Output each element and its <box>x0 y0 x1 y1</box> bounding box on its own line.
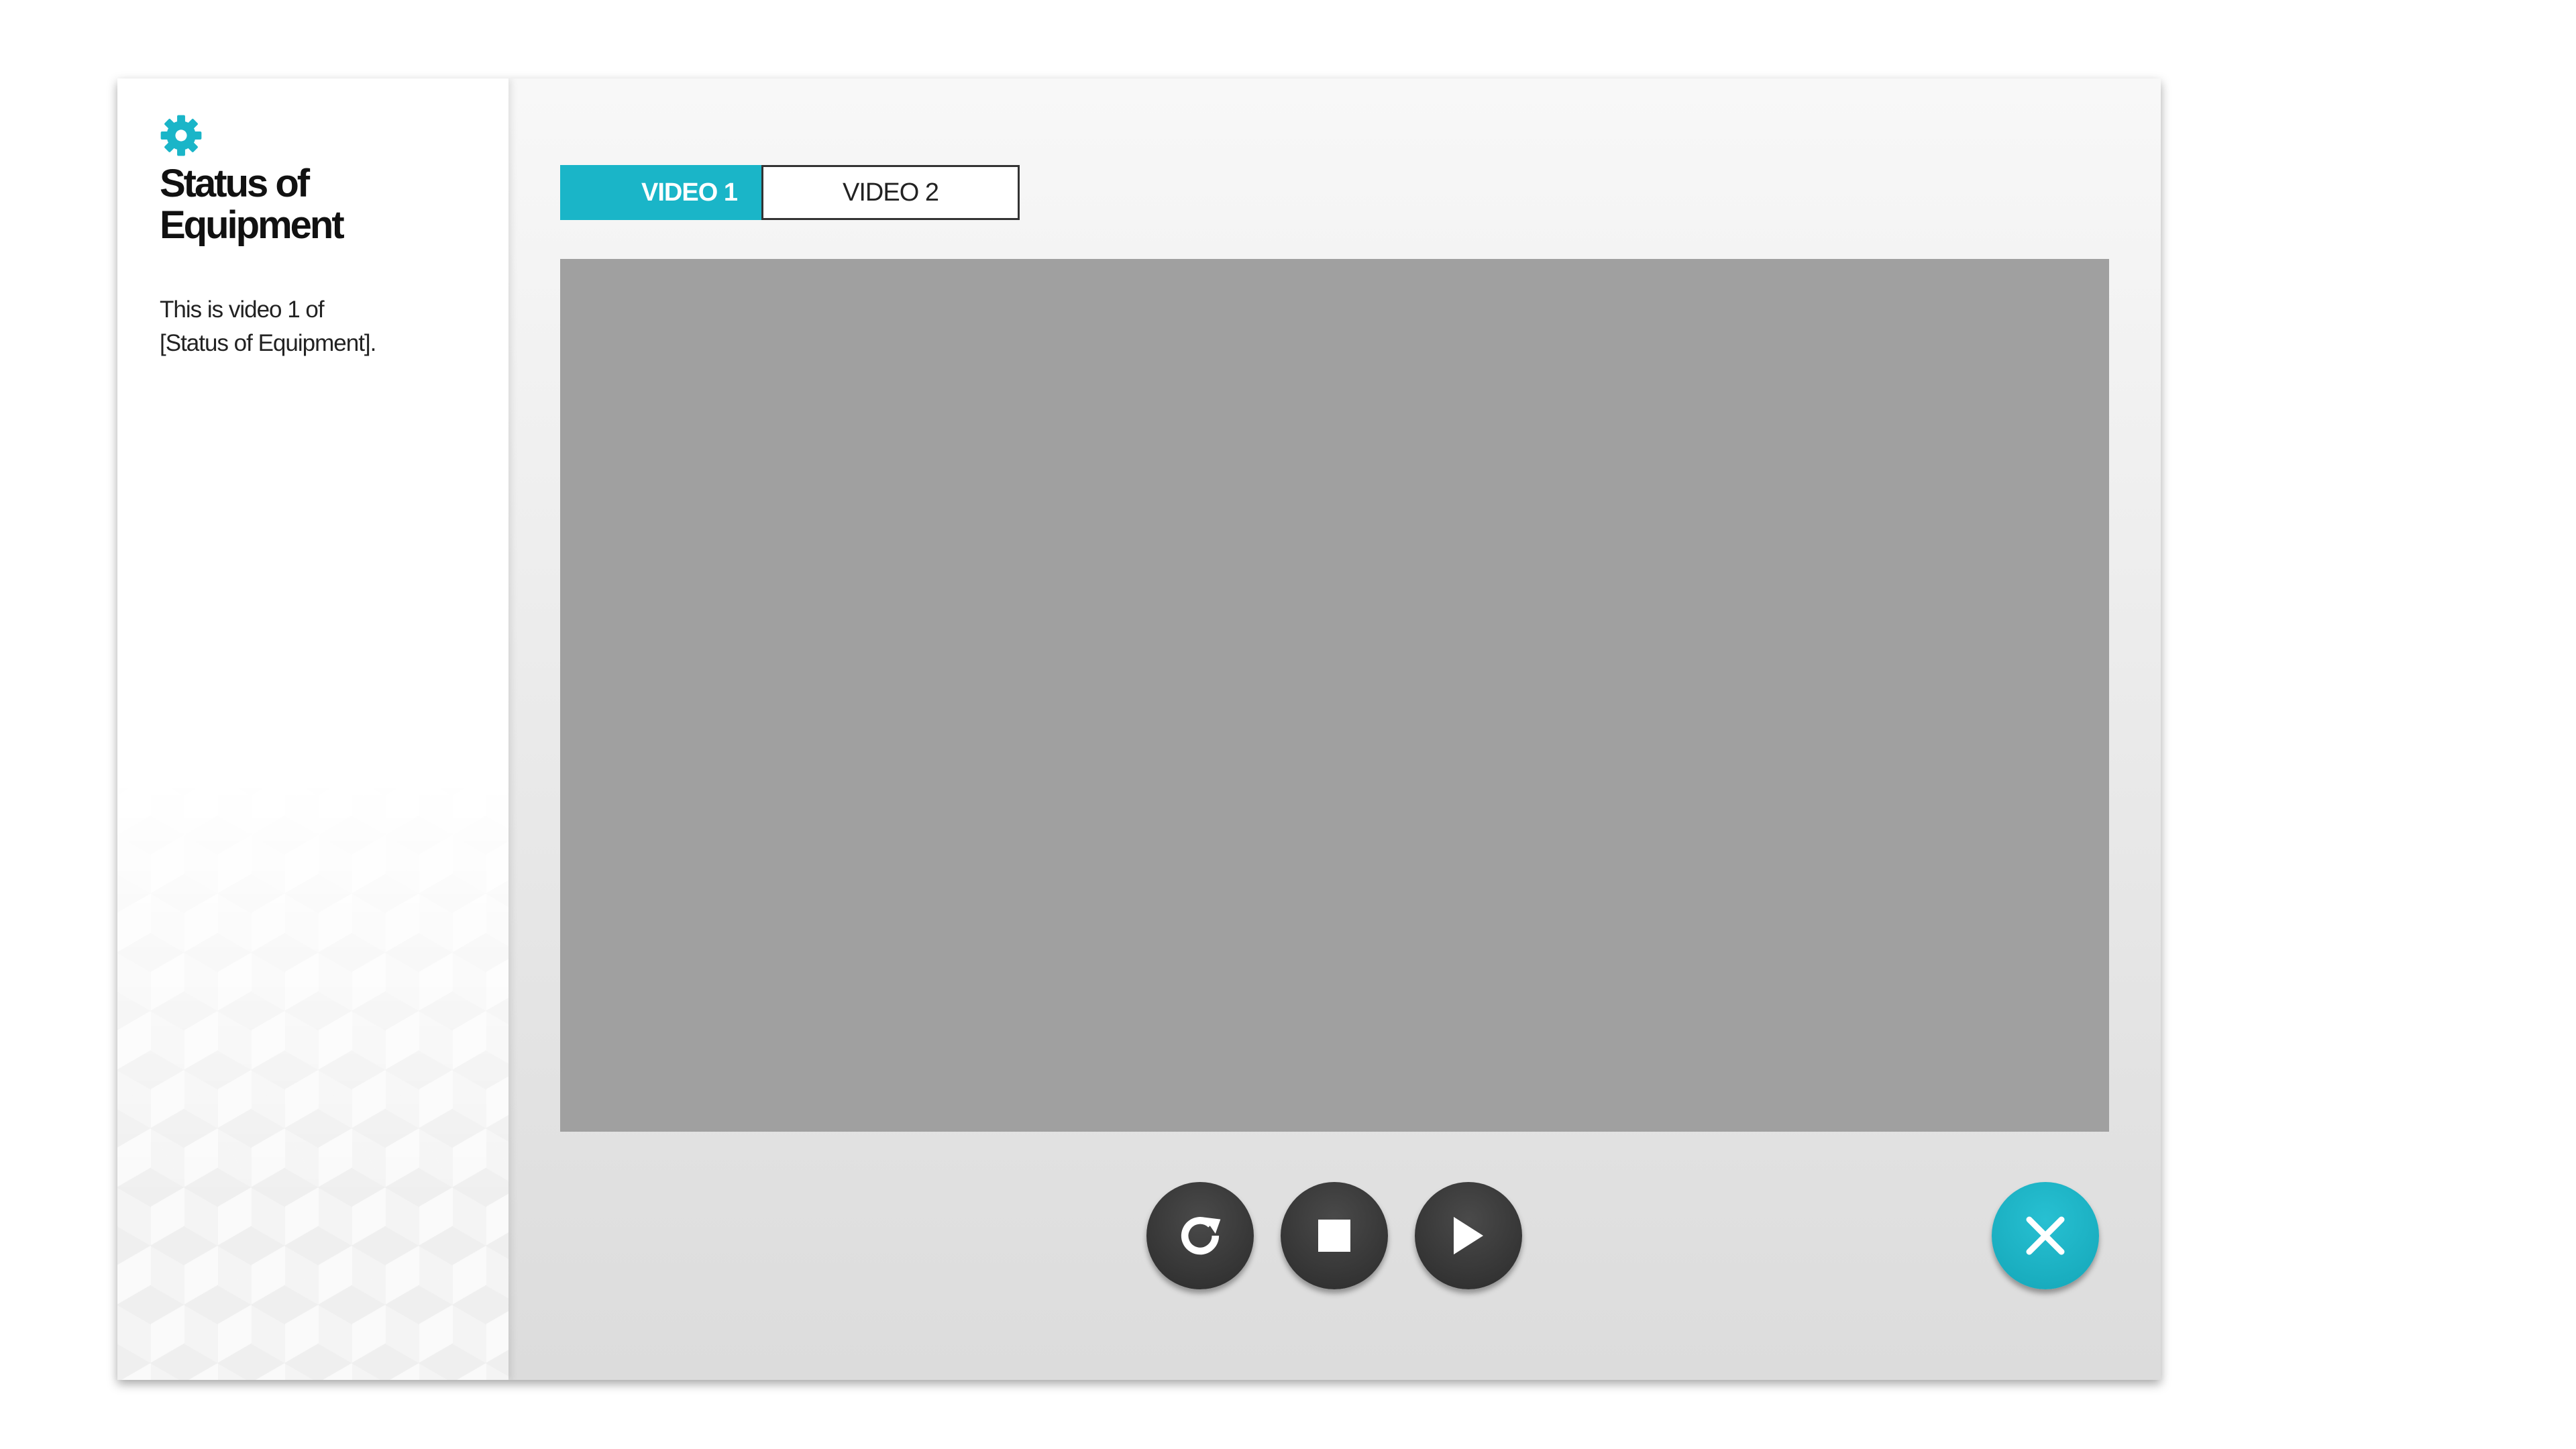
video-description: This is video 1 of [Status of Equipment]… <box>160 293 482 360</box>
tab-video-2[interactable]: VIDEO 2 <box>761 165 1020 220</box>
sidebar: Status of Equipment This is video 1 of [… <box>117 78 508 1380</box>
close-button[interactable] <box>1992 1182 2099 1289</box>
replay-icon <box>1181 1217 1221 1255</box>
replay-button[interactable] <box>1146 1182 1254 1289</box>
equipment-video-window: Status of Equipment This is video 1 of [… <box>117 78 2161 1380</box>
page-title: Status of Equipment <box>160 163 482 246</box>
stop-icon <box>1318 1220 1350 1252</box>
video-player[interactable] <box>560 259 2109 1132</box>
close-icon <box>2026 1216 2065 1255</box>
stop-button[interactable] <box>1281 1182 1388 1289</box>
play-button[interactable] <box>1415 1182 1522 1289</box>
play-icon <box>1454 1217 1483 1254</box>
gear-icon <box>160 115 202 156</box>
sidebar-background-pattern <box>117 776 508 1380</box>
page-title-line2: Equipment <box>160 203 345 247</box>
page-title-line1: Status of <box>160 162 310 205</box>
video-description-line1: This is video 1 of <box>160 297 325 323</box>
video-description-line2: [Status of Equipment]. <box>160 330 376 356</box>
